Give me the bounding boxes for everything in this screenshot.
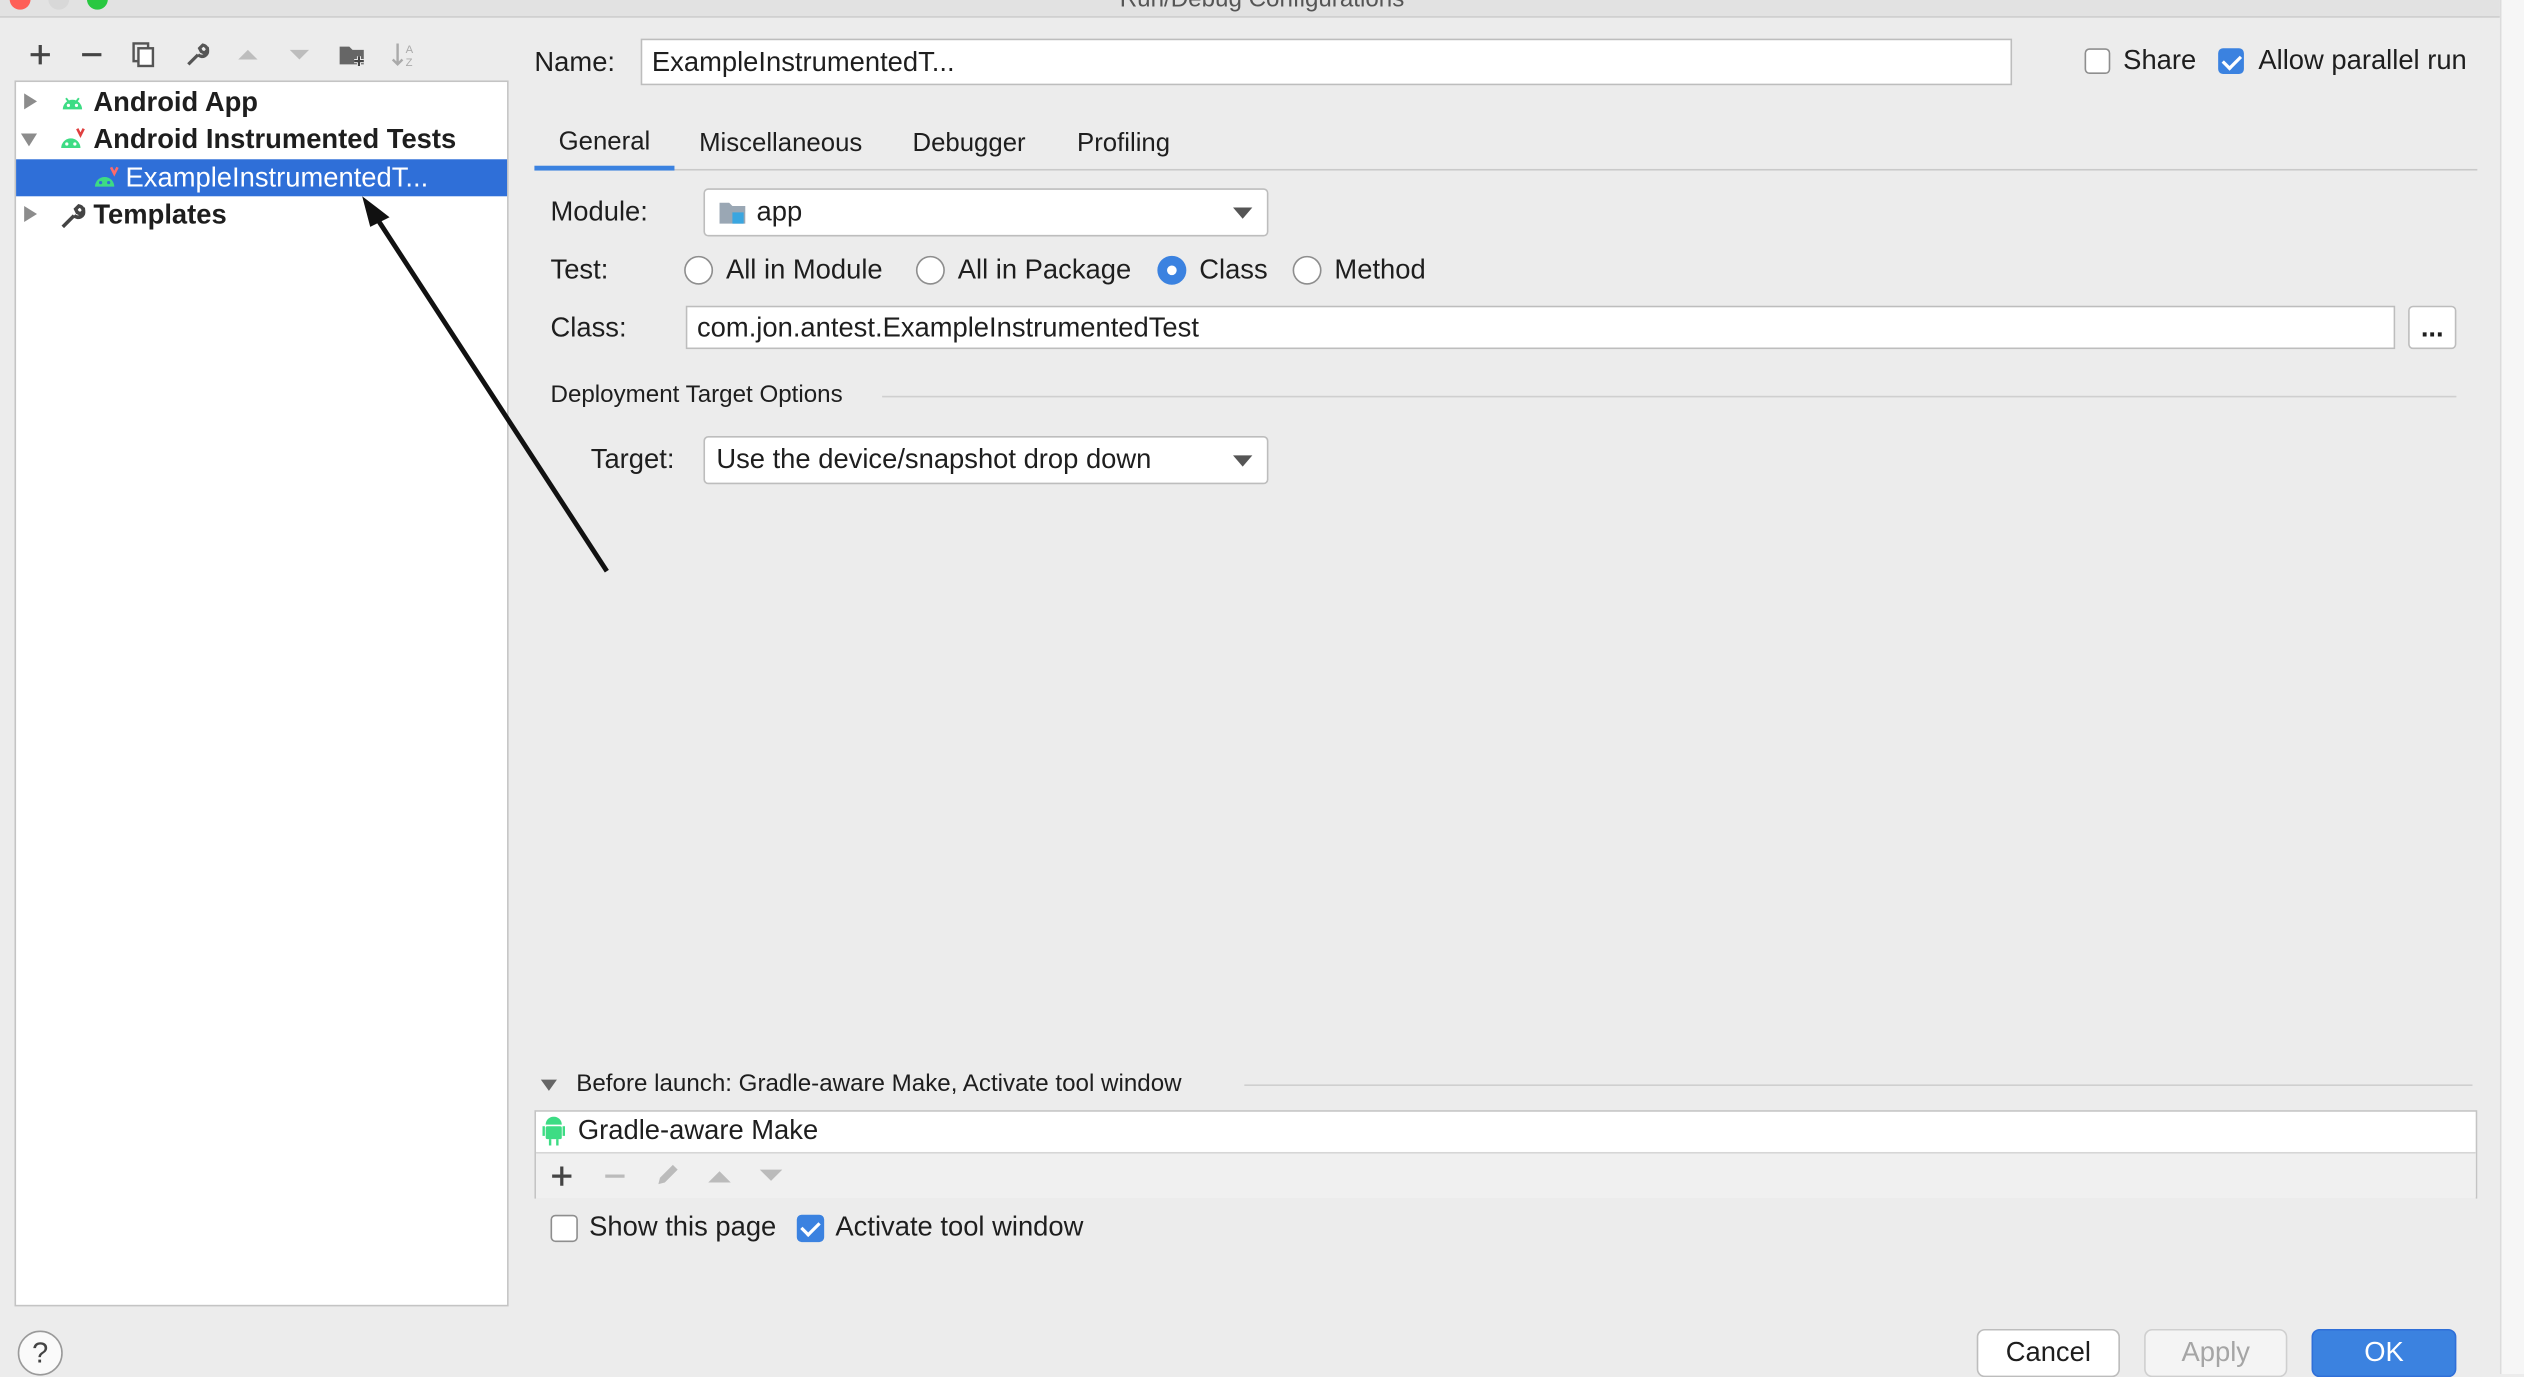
chevron-down-icon — [1233, 455, 1253, 467]
target-value: Use the device/snapshot drop down — [716, 444, 1152, 475]
show-this-page-label: Show this page — [589, 1211, 777, 1243]
tab-miscellaneous[interactable]: Miscellaneous — [689, 119, 873, 170]
radio-method-label: Method — [1334, 254, 1426, 285]
apply-button[interactable]: Apply — [2144, 1328, 2288, 1377]
tab-general[interactable]: General — [534, 119, 675, 171]
before-launch-toolbar — [536, 1151, 2476, 1199]
background-window-edge — [2499, 0, 2524, 1374]
module-value: app — [756, 196, 803, 227]
move-up-icon[interactable] — [707, 1166, 733, 1185]
radio-all-in-module-label: All in Module — [725, 254, 883, 285]
tab-debugger[interactable]: Debugger — [898, 119, 1040, 170]
chevron-down-icon — [1233, 207, 1253, 219]
show-this-page-checkbox[interactable] — [550, 1214, 578, 1243]
move-down-icon[interactable] — [758, 1166, 784, 1185]
name-label: Name: — [534, 46, 616, 78]
deployment-section-title: Deployment Target Options — [550, 381, 843, 409]
radio-all-in-package[interactable] — [915, 255, 945, 285]
task-label: Gradle-aware Make — [577, 1114, 819, 1146]
radio-all-in-package-label: All in Package — [957, 254, 1132, 285]
test-label: Test: — [550, 254, 609, 285]
name-input[interactable]: ExampleInstrumentedT... — [640, 38, 2013, 86]
browse-class-button[interactable]: ... — [2408, 305, 2457, 350]
before-launch-list[interactable]: Gradle-aware Make — [534, 1110, 2478, 1199]
activate-tool-window-label: Activate tool window — [835, 1211, 1084, 1243]
module-folder-icon — [719, 202, 746, 224]
module-label: Module: — [550, 196, 648, 227]
radio-method[interactable] — [1292, 255, 1322, 285]
allow-parallel-run-checkbox[interactable] — [2218, 48, 2244, 75]
radio-all-in-module[interactable] — [684, 255, 714, 285]
section-divider — [882, 395, 2457, 398]
radio-class-label: Class — [1199, 254, 1268, 285]
add-icon[interactable] — [551, 1165, 574, 1188]
cancel-button[interactable]: Cancel — [1976, 1328, 2120, 1377]
tab-profiling[interactable]: Profiling — [1062, 119, 1184, 170]
class-label: Class: — [550, 312, 627, 343]
target-dropdown[interactable]: Use the device/snapshot drop down — [703, 436, 1269, 485]
class-input[interactable]: com.jon.antest.ExampleInstrumentedTest — [685, 305, 2396, 350]
share-label: Share — [2123, 45, 2197, 76]
before-launch-title: Before launch: Gradle-aware Make, Activa… — [576, 1069, 1182, 1098]
radio-class[interactable] — [1157, 255, 1187, 285]
share-checkbox[interactable] — [2084, 48, 2111, 75]
section-divider — [1244, 1084, 2473, 1087]
allow-parallel-run-label: Allow parallel run — [2258, 45, 2467, 76]
edit-icon[interactable] — [655, 1162, 681, 1188]
android-icon — [542, 1116, 566, 1146]
help-button[interactable]: ? — [17, 1330, 63, 1376]
remove-icon[interactable] — [604, 1165, 627, 1188]
target-label: Target: — [590, 444, 675, 475]
ok-button[interactable]: OK — [2311, 1328, 2457, 1377]
collapse-before-launch-icon[interactable] — [540, 1079, 557, 1091]
activate-tool-window-checkbox[interactable] — [796, 1214, 825, 1243]
list-item[interactable]: Gradle-aware Make — [536, 1112, 2476, 1151]
dialog: Run/Debug Configurations AZ Android App … — [0, 0, 2524, 1377]
module-dropdown[interactable]: app — [703, 188, 1269, 237]
